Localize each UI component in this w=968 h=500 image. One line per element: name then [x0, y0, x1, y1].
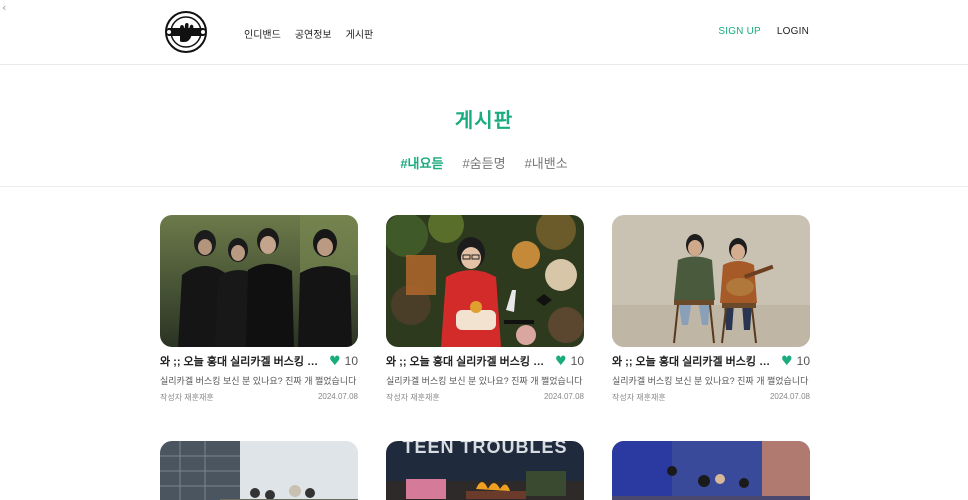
site-logo[interactable] — [164, 11, 208, 53]
post-thumbnail[interactable] — [160, 441, 358, 500]
post-author: 작성자 재훈재훈 — [612, 393, 666, 402]
tab-naebaenso[interactable]: #내밴소 — [525, 153, 568, 172]
post-thumbnail[interactable]: TEEN TROUBLES — [386, 441, 584, 500]
post-card[interactable]: 와 ;; 오늘 홍대 실리카겔 버스킹 미쳤다 ㄷㄷ ♥ 10 실리카겔 버스킹… — [386, 215, 584, 403]
tab-sumdeutmyeong[interactable]: #숨듣명 — [462, 153, 505, 172]
post-thumbnail[interactable] — [386, 215, 584, 347]
post-excerpt: 실리카겔 버스킹 보신 분 있나요? 진짜 개 쩔었습니다 — [386, 376, 583, 386]
login-link[interactable]: LOGIN — [777, 26, 809, 37]
like-counter: ♥ 10 — [781, 354, 810, 368]
heart-icon[interactable]: ♥ — [781, 355, 793, 368]
like-counter: ♥ 10 — [555, 354, 584, 368]
like-count: 10 — [570, 354, 584, 368]
like-count: 10 — [344, 354, 358, 368]
nav-item-board[interactable]: 게시판 — [346, 26, 374, 41]
tab-naeyodeut[interactable]: #내요듣 — [400, 153, 443, 172]
post-author: 작성자 재훈재훈 — [386, 393, 440, 402]
heart-icon[interactable]: ♥ — [555, 355, 567, 368]
post-title[interactable]: 와 ;; 오늘 홍대 실리카겔 버스킹 미쳤다 ㄷㄷ — [612, 353, 772, 369]
site-header: 인디밴드 공연정보 게시판 SIGN UP LOGIN — [0, 0, 968, 65]
post-thumbnail[interactable] — [612, 215, 810, 347]
nav-item-indie-bands[interactable]: 인디밴드 — [244, 26, 281, 41]
heart-icon[interactable]: ♥ — [329, 355, 341, 368]
post-date: 2024.07.08 — [543, 392, 584, 401]
page-title: 게시판 — [454, 110, 514, 132]
post-card[interactable]: 와 ;; 오늘 홍대 실리카겔 버스킹 미쳤다 ㄷㄷ ♥ 10 실리카겔 버스킹… — [612, 215, 810, 403]
post-meta: 작성자 재훈재훈 2024.07.08 — [612, 392, 810, 403]
post-date: 2024.07.08 — [317, 392, 358, 401]
post-meta: 작성자 재훈재훈 2024.07.08 — [160, 392, 358, 403]
post-author: 작성자 재훈재훈 — [160, 393, 214, 402]
tabs-divider — [0, 186, 968, 187]
post-excerpt: 실리카겔 버스킹 보신 분 있나요? 진짜 개 쩔었습니다 — [612, 376, 809, 386]
auth-links: SIGN UP LOGIN — [718, 26, 809, 37]
post-thumbnail[interactable] — [160, 215, 358, 347]
post-thumbnail[interactable] — [612, 441, 810, 500]
main-nav: 인디밴드 공연정보 게시판 — [244, 26, 373, 41]
nav-item-concert-info[interactable]: 공연정보 — [295, 26, 332, 41]
like-counter: ♥ 10 — [329, 354, 358, 368]
like-count: 10 — [796, 354, 810, 368]
post-meta: 작성자 재훈재훈 2024.07.08 — [386, 392, 584, 403]
post-title[interactable]: 와 ;; 오늘 홍대 실리카겔 버스킹 미쳤다 ㄷㄷ — [386, 353, 546, 369]
post-excerpt: 실리카겔 버스킹 보신 분 있나요? 진짜 개 쩔었습니다 — [160, 376, 357, 386]
poster-text: TEEN TROUBLES — [402, 441, 568, 457]
signup-link[interactable]: SIGN UP — [718, 26, 761, 37]
post-title[interactable]: 와 ;; 오늘 홍대 실리카겔 버스킹 미쳤다 ㄷㄷ — [160, 353, 320, 369]
post-card[interactable]: 와 ;; 오늘 홍대 실리카겔 버스킹 미쳤다 ㄷㄷ ♥ 10 실리카겔 버스킹… — [160, 215, 358, 403]
board-tabs: #내요듣 #숨듣명 #내밴소 — [0, 153, 968, 172]
post-date: 2024.07.08 — [769, 392, 810, 401]
